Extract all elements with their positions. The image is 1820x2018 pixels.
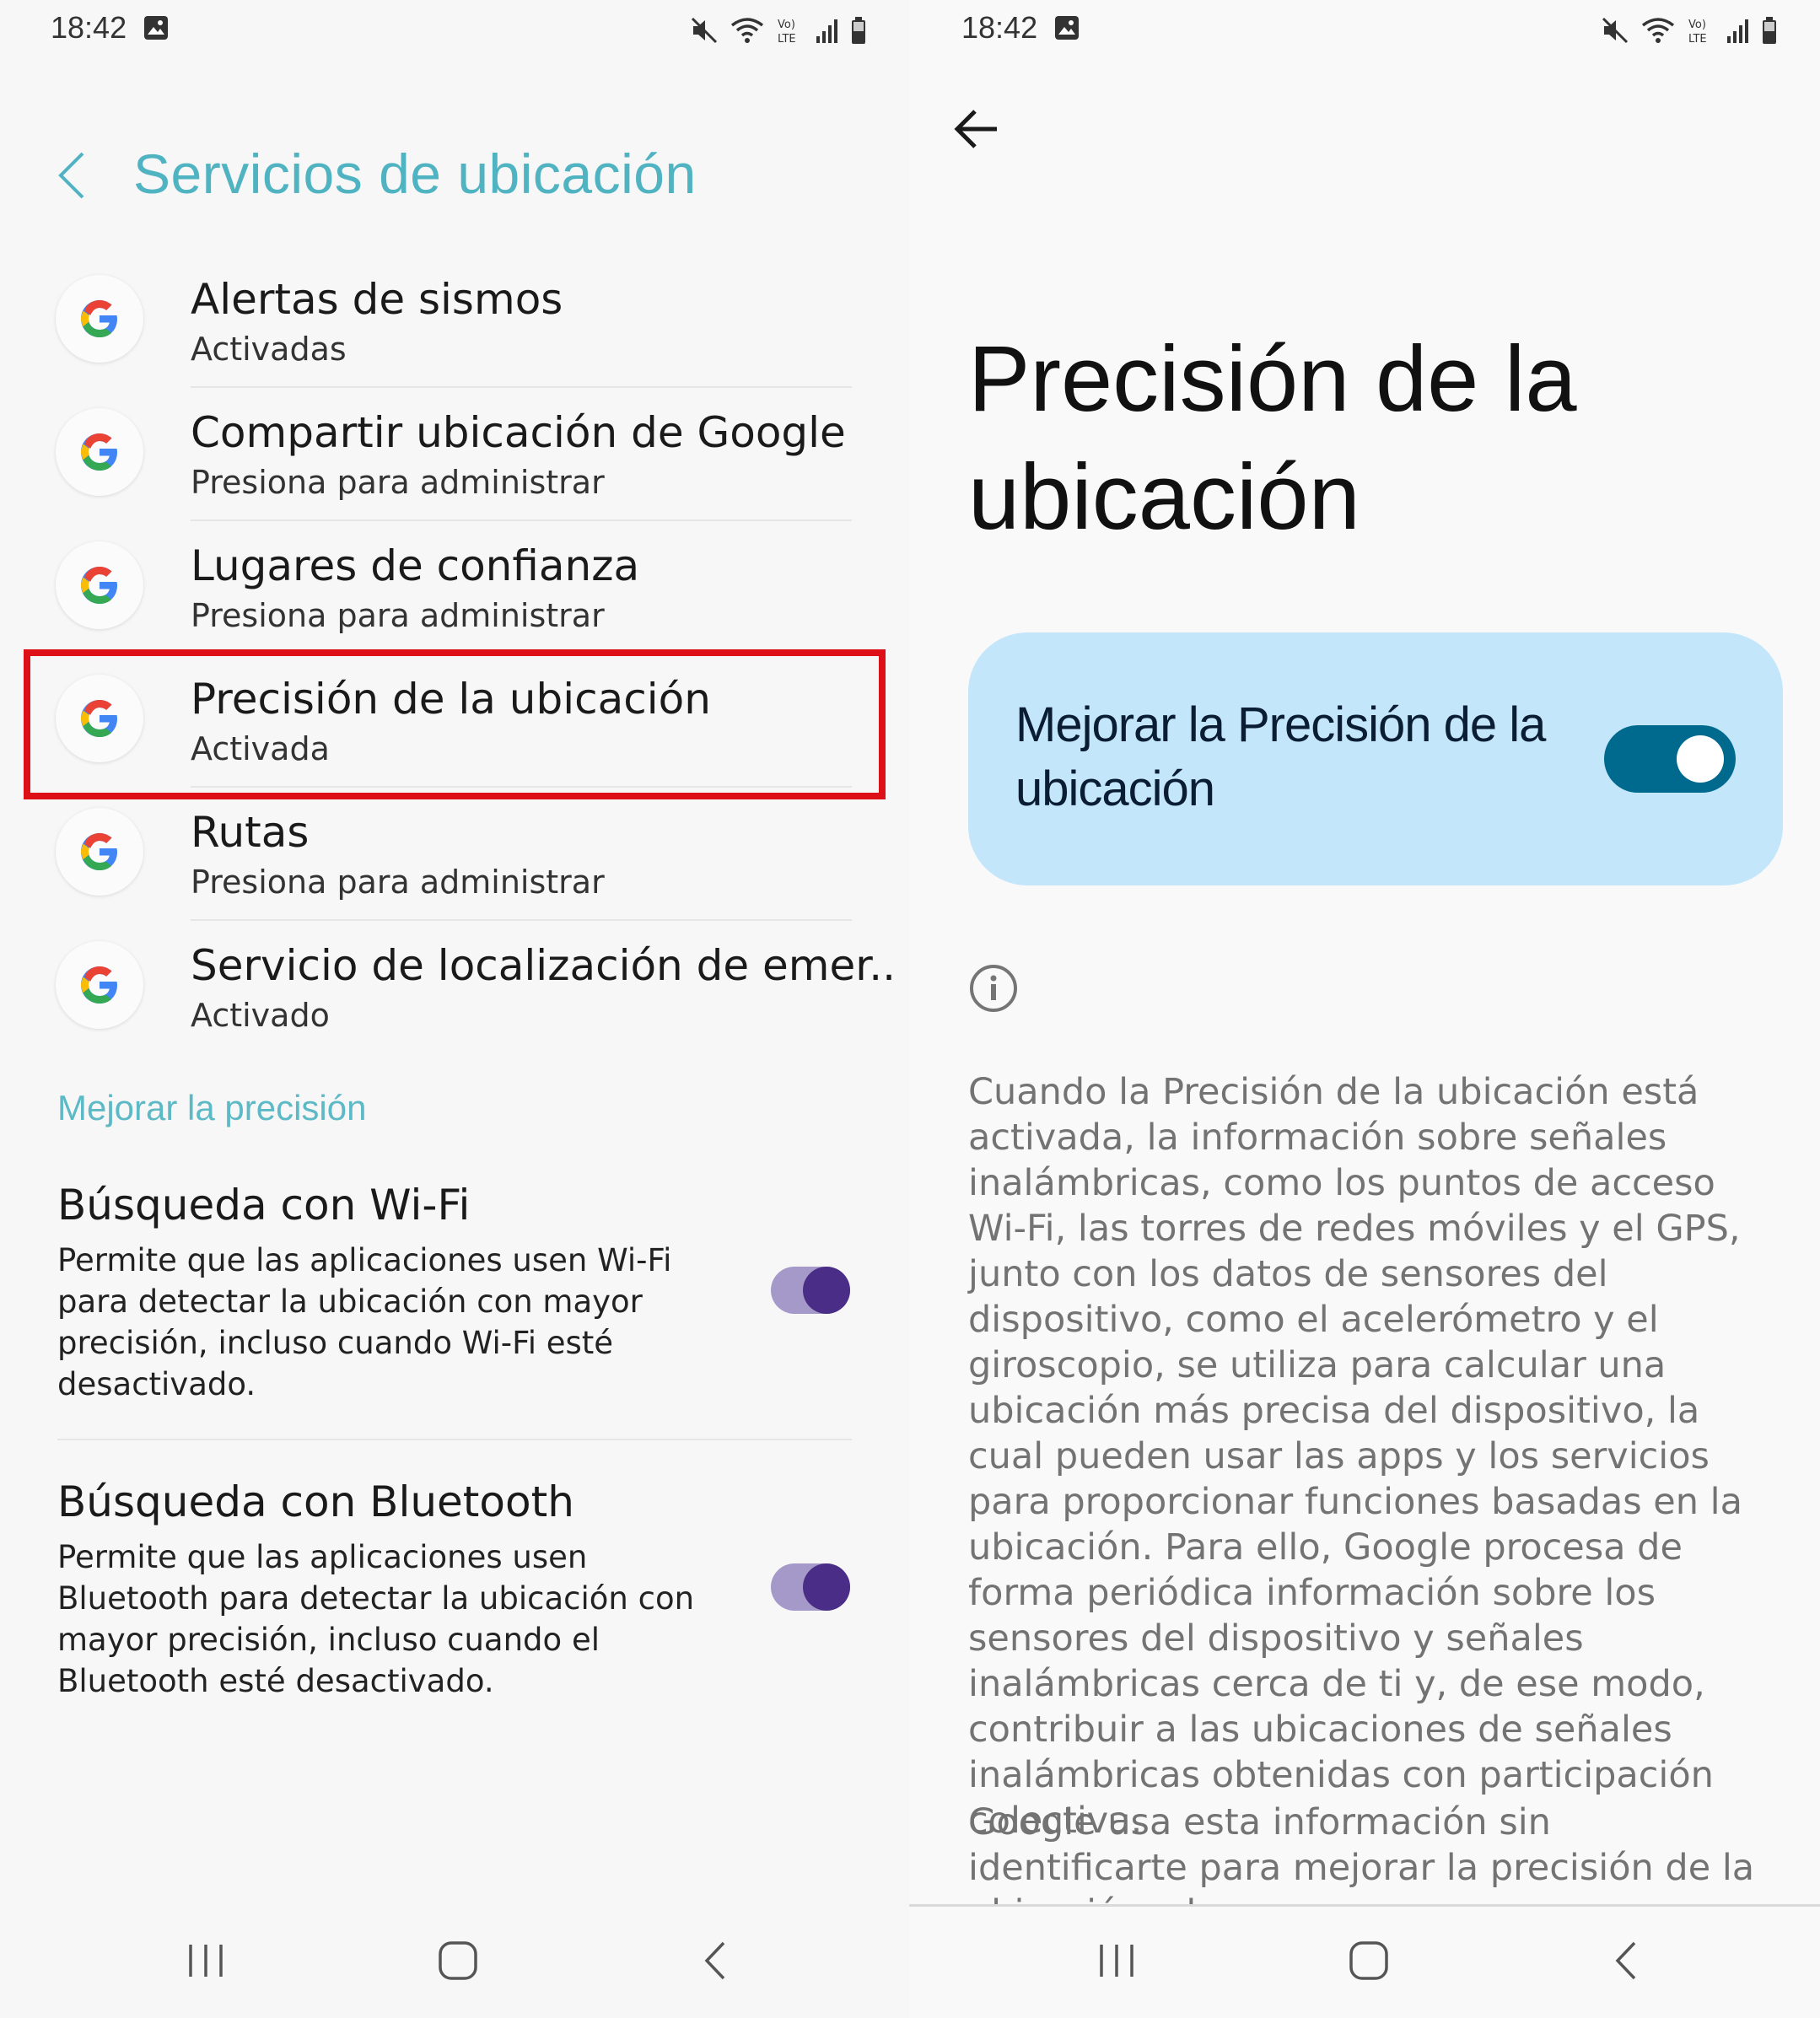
row-title: Alertas de sismos [191,275,563,324]
info-icon [970,965,1017,1012]
right-screen: 18:42 Vo) LTE Precisión de la ubicación M… [909,0,1820,2018]
highlight-box [24,649,886,799]
location-accuracy-toggle[interactable] [1604,725,1736,793]
row-subtitle: Presiona para administrar [191,864,605,901]
page-title: Precisión de la ubicación [968,327,1577,549]
nav-back-icon[interactable] [698,1940,732,1982]
volte-icon: Vo) LTE [778,19,796,45]
accuracy-toggle-card[interactable]: Mejorar la Precisión de la ubicación [968,632,1783,885]
wifi-icon [1641,18,1675,43]
mute-icon [1602,17,1629,44]
wifi-scanning-toggle[interactable] [771,1267,850,1314]
row-subtitle: Presiona para administrar [191,464,605,501]
back-arrow-icon[interactable] [953,108,1000,150]
svg-text:LTE: LTE [778,33,796,45]
signal-icon [1727,19,1748,43]
toggle-label: Mejorar la Precisión de la ubicación [1015,697,1546,816]
recents-icon[interactable] [186,1940,226,1982]
battery-icon [852,17,865,44]
recents-icon[interactable] [1096,1940,1137,1982]
bluetooth-scanning-toggle[interactable] [771,1563,850,1611]
description-paragraph: Cuando la Precisión de la ubicación está… [968,1071,1742,1842]
setting-description: Permite que las aplicaciones usen Blueto… [57,1539,695,1699]
status-bar: 18:42 Vo) LTE [909,0,1820,59]
list-item-routes[interactable]: Rutas Presiona para administrar [0,808,909,941]
svg-text:LTE: LTE [1688,33,1707,45]
row-subtitle: Activadas [191,331,347,368]
navigation-bar [909,1906,1820,2018]
google-g-icon [56,941,143,1029]
list-item-emergency-location[interactable]: Servicio de localización de emer.. Activ… [0,941,909,1074]
left-screen: 18:42 Vo) LTE Servicios de ubicación Aler… [0,0,909,2018]
home-icon[interactable] [437,1940,479,1982]
section-header: Mejorar la precisión [57,1088,367,1127]
svg-text:Vo): Vo) [1688,19,1706,31]
volte-icon: Vo) LTE [1688,19,1707,45]
row-subtitle: Presiona para administrar [191,597,605,634]
row-title: Compartir ubicación de Google [191,408,846,457]
google-g-icon [56,408,143,496]
divider [191,919,852,921]
status-bar: 18:42 Vo) LTE [0,0,909,59]
divider [191,519,852,521]
list-item-earthquake-alerts[interactable]: Alertas de sismos Activadas [0,275,909,408]
google-g-icon [56,275,143,363]
toggle-knob [1677,735,1724,783]
back-chevron-icon[interactable] [56,150,89,201]
toggle-knob [803,1267,850,1314]
setting-title: Búsqueda con Wi-Fi [57,1181,471,1230]
image-icon [1055,16,1079,40]
row-title: Servicio de localización de emer.. [191,941,897,990]
row-title: Lugares de confianza [191,541,640,590]
row-title: Rutas [191,808,310,857]
toggle-knob [803,1563,850,1611]
wifi-icon [730,18,764,43]
page-title: Servicios de ubicación [133,143,697,205]
row-subtitle: Activado [191,997,330,1034]
divider [191,386,852,388]
list-item-google-location-sharing[interactable]: Compartir ubicación de Google Presiona p… [0,408,909,541]
svg-text:Vo): Vo) [778,19,795,31]
google-g-icon [56,808,143,896]
navigation-bar [0,1906,909,2018]
home-icon[interactable] [1348,1940,1390,1982]
divider [57,1439,852,1440]
image-icon [144,16,168,40]
status-time: 18:42 [51,10,127,45]
status-time: 18:42 [961,10,1038,45]
battery-icon [1763,17,1776,44]
setting-description: Permite que las aplicaciones usen Wi-Fi … [57,1242,672,1402]
setting-title: Búsqueda con Bluetooth [57,1477,574,1526]
signal-icon [816,19,837,43]
mute-icon [691,17,718,44]
nav-back-icon[interactable] [1609,1940,1643,1982]
google-g-icon [56,541,143,629]
